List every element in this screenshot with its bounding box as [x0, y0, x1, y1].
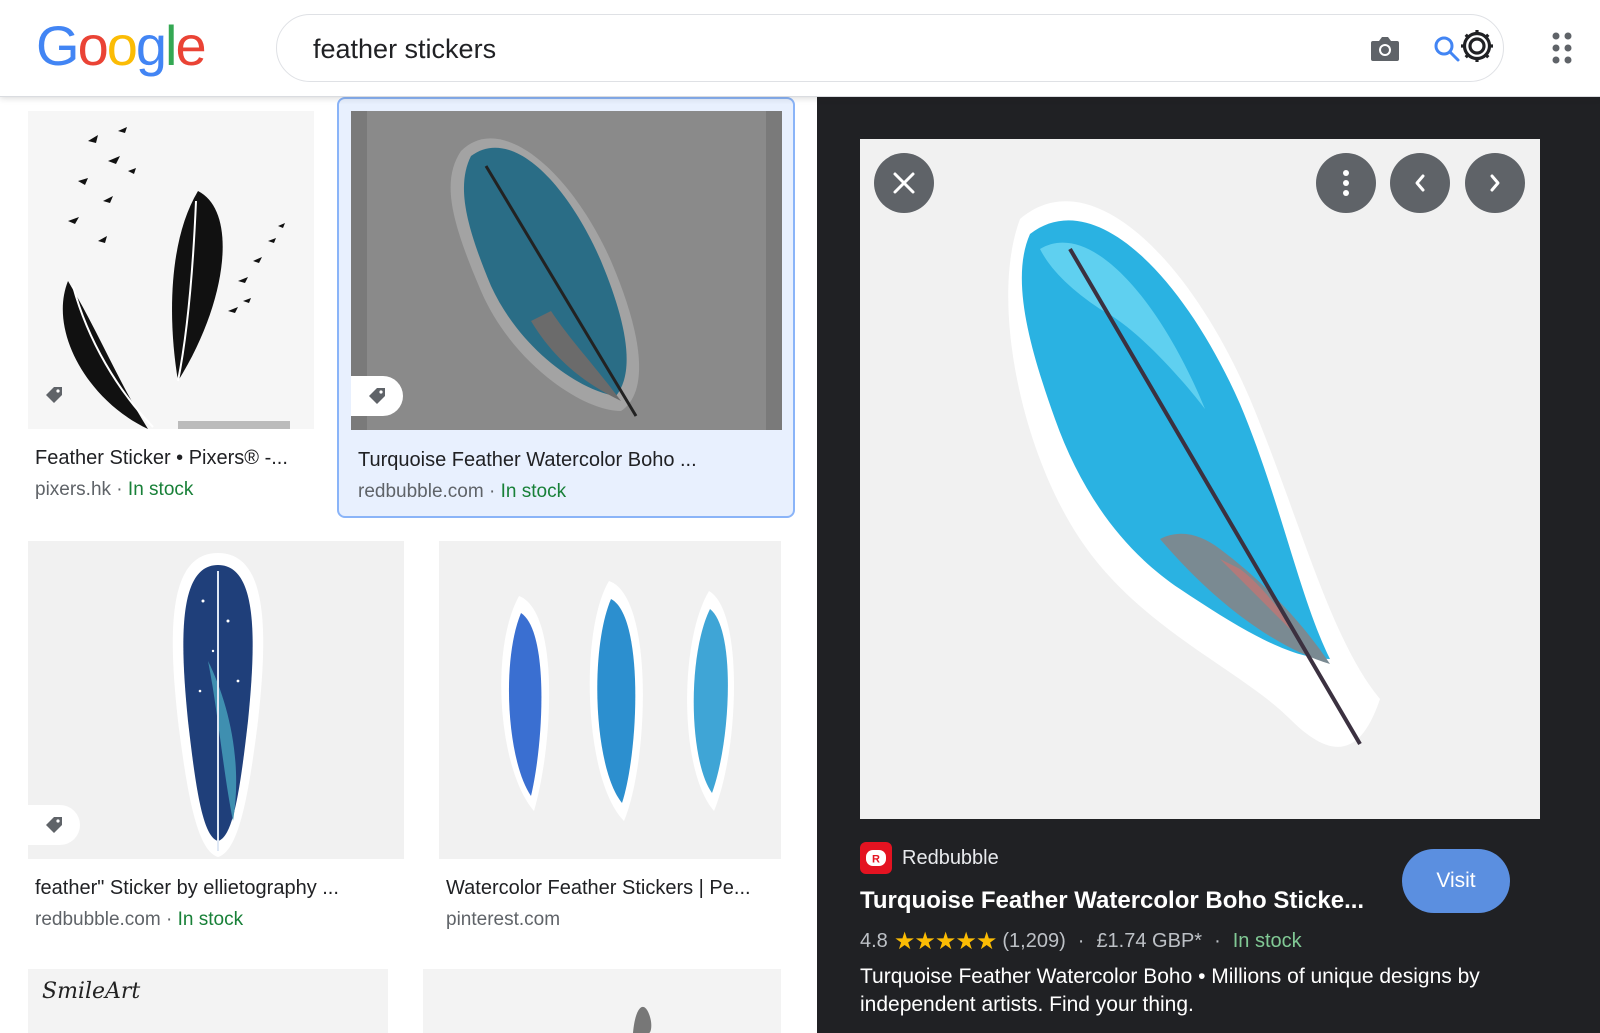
preview-panel: R Redbubble Visit Turquoise Feather Wate…: [817, 97, 1600, 1033]
apps-grid-icon[interactable]: [1544, 28, 1584, 68]
result-thumbnail[interactable]: [351, 111, 782, 430]
product-meta: 4.8 ★★★★★ (1,209) · £1.74 GBP* · In stoc…: [860, 927, 1302, 956]
result-title[interactable]: Feather Sticker • Pixers® -...: [35, 447, 288, 470]
logo-letter: g: [135, 14, 167, 77]
separator: ·: [483, 481, 501, 502]
result-domain: pinterest.com: [446, 909, 561, 930]
image-results-grid: Feather Sticker • Pixers® -... pixers.hk…: [0, 97, 817, 1033]
result-title[interactable]: Turquoise Feather Watercolor Boho ...: [358, 449, 697, 472]
source-name: Redbubble: [902, 846, 999, 869]
gear-icon[interactable]: [1454, 23, 1500, 69]
logo-letter: l: [165, 14, 178, 77]
result-card[interactable]: Feather Sticker • Pixers® -... pixers.hk…: [20, 103, 322, 515]
separator: ·: [1214, 930, 1221, 952]
stock-status: In stock: [127, 479, 194, 500]
result-card[interactable]: feather" Sticker by ellietography ... re…: [20, 533, 412, 937]
camera-icon[interactable]: [1367, 31, 1403, 67]
search-input[interactable]: [313, 33, 1213, 65]
separator: ·: [160, 909, 178, 930]
logo-letter: o: [77, 14, 109, 77]
redbubble-logo-icon: R: [860, 842, 892, 874]
search-box: [276, 14, 1504, 82]
result-card-selected[interactable]: Turquoise Feather Watercolor Boho ... re…: [337, 97, 795, 518]
result-title[interactable]: feather" Sticker by ellietography ...: [35, 877, 339, 900]
product-tag-icon: [28, 805, 80, 845]
source-info[interactable]: R Redbubble: [860, 842, 999, 874]
star-rating-icon: ★★★★★: [893, 928, 998, 955]
watermark-text: SmileArt: [42, 979, 141, 1004]
separator: ·: [1077, 930, 1085, 952]
result-thumbnail[interactable]: [439, 541, 781, 859]
result-title[interactable]: Watercolor Feather Stickers | Pe...: [446, 877, 751, 900]
rating-value: 4.8: [860, 930, 888, 952]
result-source: pixers.hk · In stock: [35, 479, 193, 501]
result-source: redbubble.com · In stock: [35, 909, 243, 931]
preview-description: Turquoise Feather Watercolor Boho • Mill…: [860, 965, 1480, 1016]
top-bar: Google: [0, 0, 1600, 97]
image-search-page: Google feather stickers Feather Sticker …: [0, 0, 1600, 1033]
more-vert-icon[interactable]: [1316, 153, 1376, 213]
result-thumbnail[interactable]: [28, 111, 314, 429]
result-thumbnail[interactable]: [28, 541, 404, 859]
separator: ·: [111, 479, 128, 500]
google-logo[interactable]: Google: [36, 14, 207, 78]
result-thumbnail-partial[interactable]: [423, 969, 781, 1033]
price: £1.74 GBP*: [1096, 930, 1203, 952]
chevron-left-icon[interactable]: [1390, 153, 1450, 213]
logo-letter: e: [175, 14, 206, 77]
result-domain: redbubble.com: [35, 909, 161, 930]
review-count: (1,209): [1002, 930, 1066, 952]
result-card[interactable]: Watercolor Feather Stickers | Pe... pint…: [431, 533, 791, 937]
result-source: redbubble.com · In stock: [358, 481, 566, 503]
chevron-right-icon[interactable]: [1465, 153, 1525, 213]
stock-status: In stock: [500, 481, 567, 502]
close-icon[interactable]: [874, 153, 934, 213]
preview-image[interactable]: [860, 139, 1540, 819]
result-domain: redbubble.com: [358, 481, 484, 502]
stock-status: In stock: [1232, 930, 1302, 952]
product-tag-icon: [28, 375, 80, 415]
result-thumbnail-partial[interactable]: SmileArt: [28, 969, 388, 1033]
visit-button[interactable]: Visit: [1402, 849, 1510, 913]
product-tag-icon: [351, 376, 403, 416]
svg-text:R: R: [872, 854, 880, 866]
logo-letter: G: [36, 14, 80, 77]
result-domain: pixers.hk: [35, 479, 112, 500]
logo-letter: o: [106, 14, 138, 77]
preview-title[interactable]: Turquoise Feather Watercolor Boho Sticke…: [860, 887, 1364, 915]
result-source: pinterest.com: [446, 909, 560, 931]
stock-status: In stock: [177, 909, 244, 930]
